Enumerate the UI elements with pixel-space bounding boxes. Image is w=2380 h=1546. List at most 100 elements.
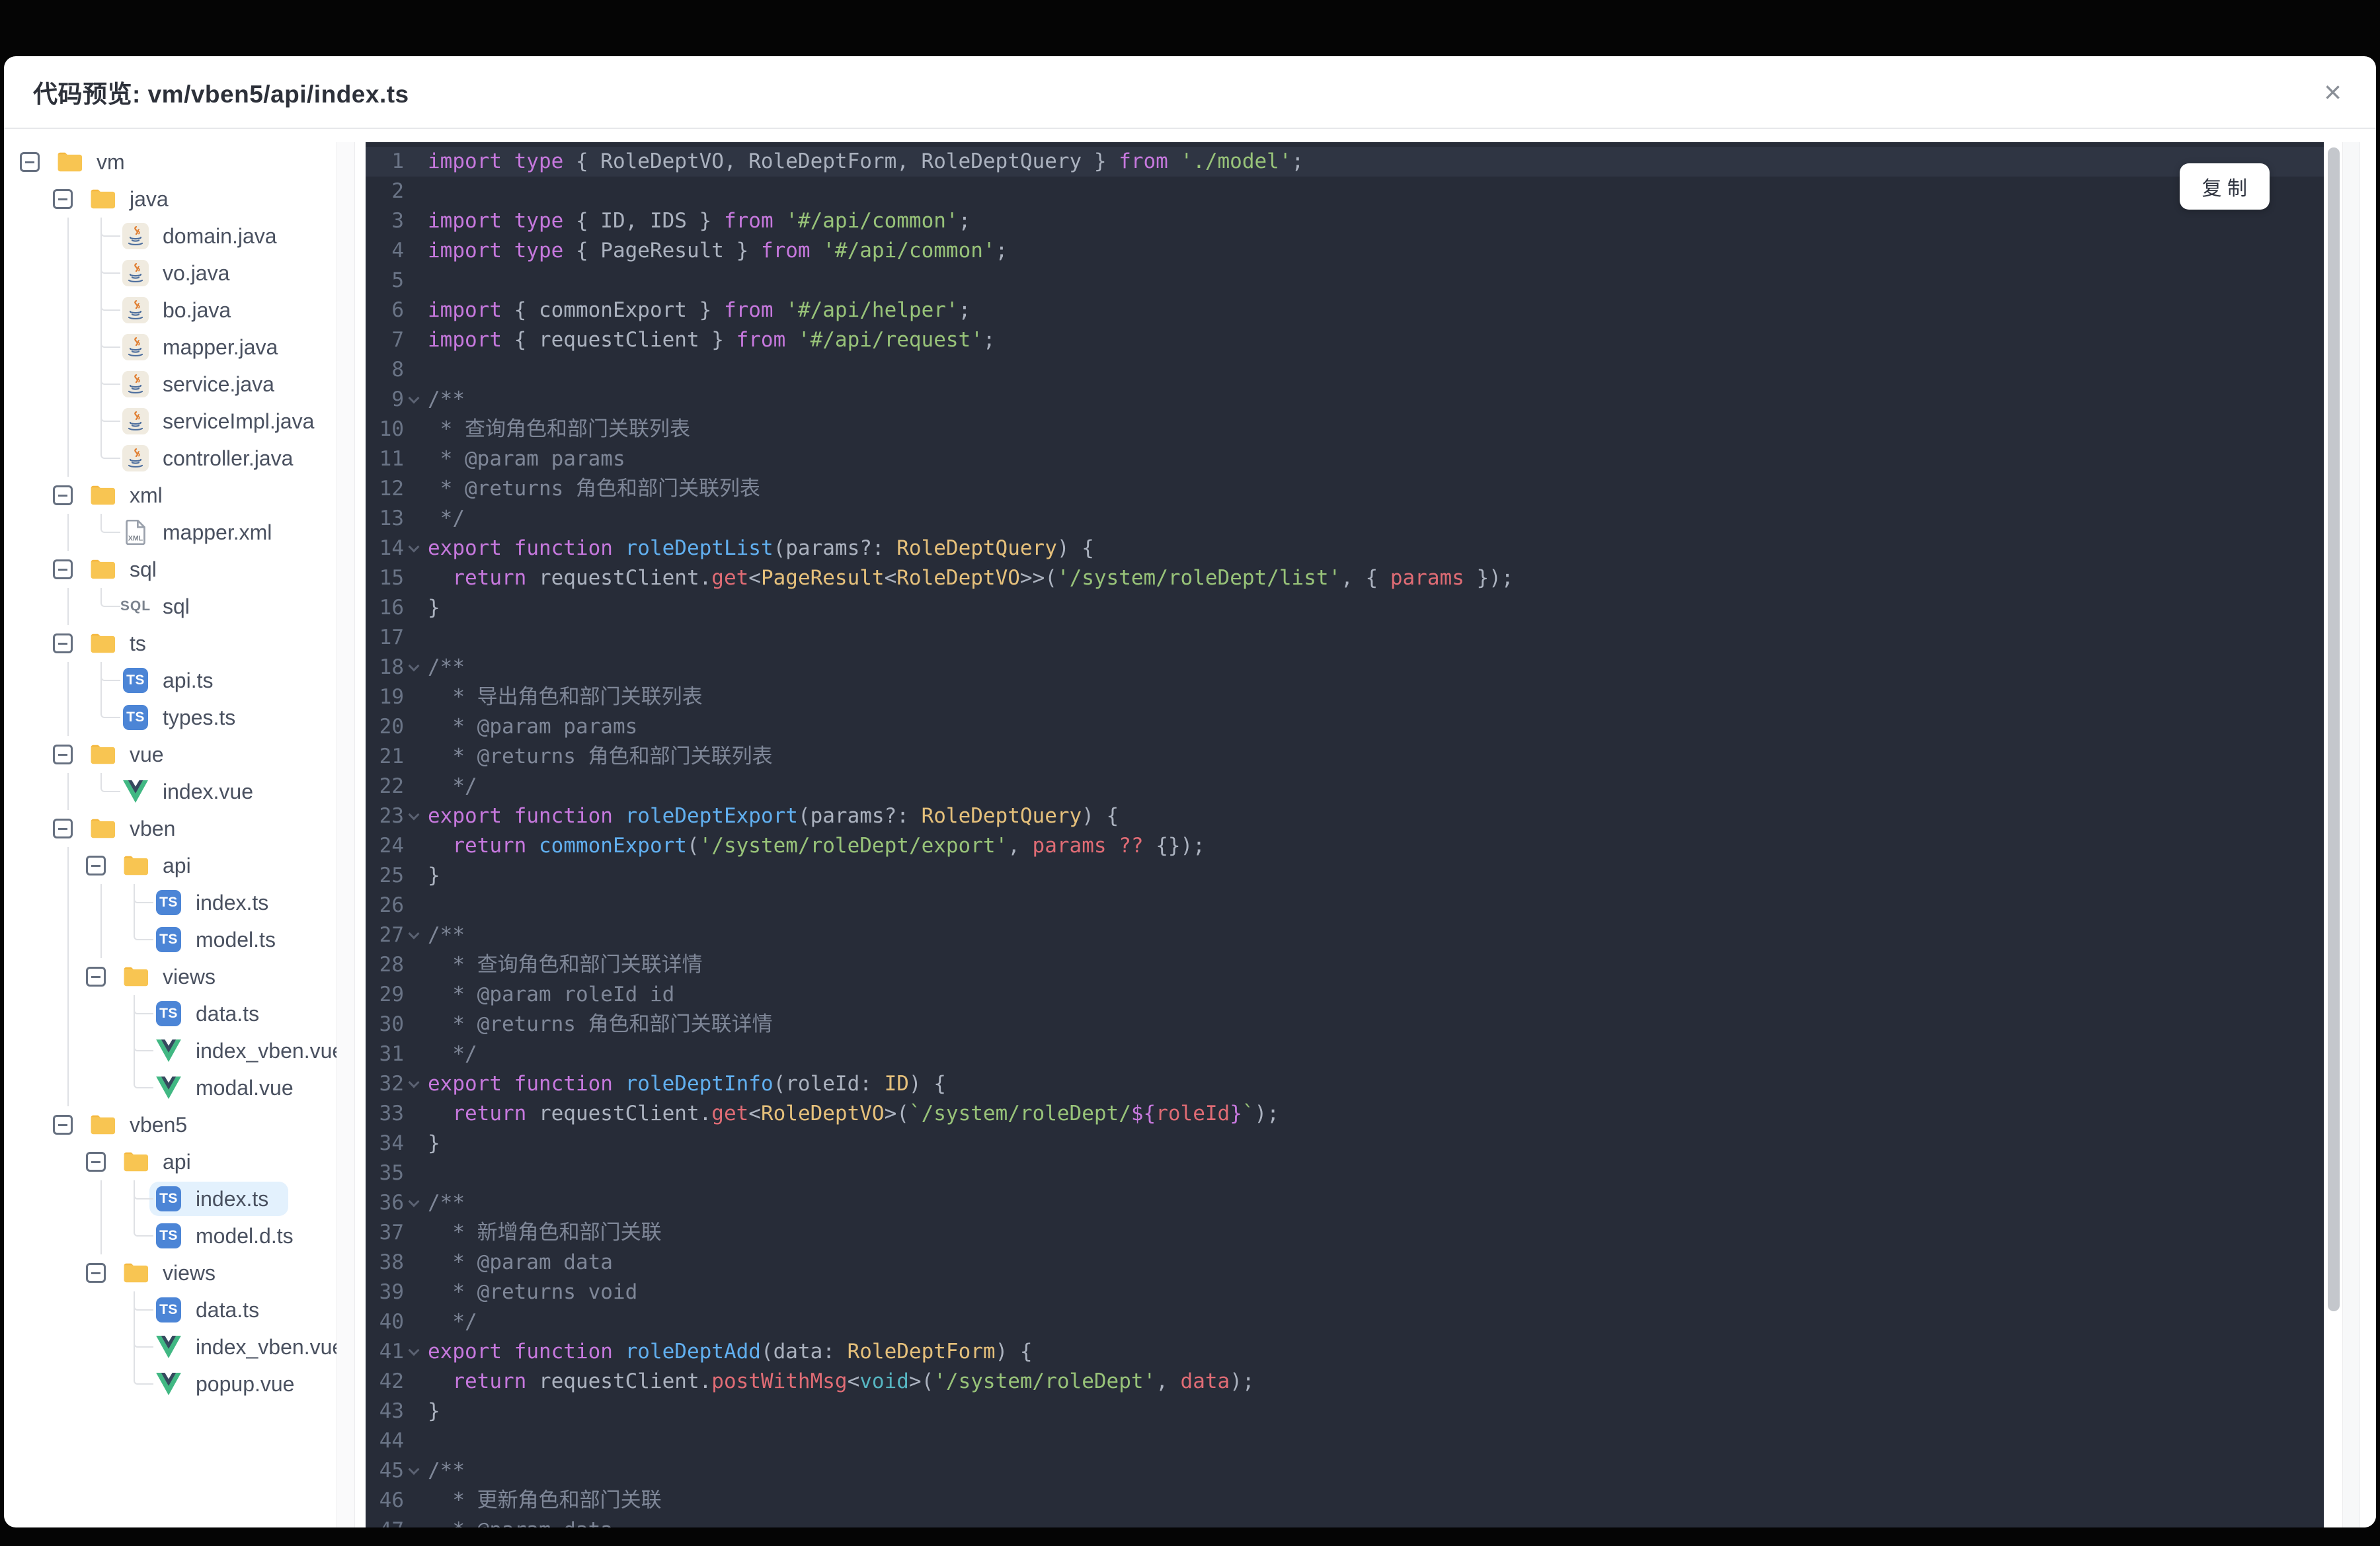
tree-file-domain.java[interactable]: domain.java [4,218,337,255]
tree-file-index.ts[interactable]: TS index.ts [4,884,337,921]
tree-file-service.java[interactable]: service.java [4,366,337,403]
tree-file-sql[interactable]: SQL sql [4,588,337,625]
tree-file-types.ts[interactable]: TS types.ts [4,699,337,736]
tree-item[interactable]: bo.java [116,293,251,327]
collapse-toggle-icon[interactable] [86,856,106,875]
tree-item[interactable]: ts [83,626,166,661]
tree-item[interactable]: domain.java [116,219,297,253]
tree-file-index_vben.vue[interactable]: index_vben.vue [4,1032,337,1069]
collapse-toggle-icon[interactable] [53,485,73,505]
tree-file-model.d.ts[interactable]: TS model.d.ts [4,1217,337,1254]
tree-item[interactable]: vm [50,145,145,179]
collapse-toggle-icon[interactable] [86,967,106,987]
code-line-content: export function roleDeptExport(params?: … [428,804,1119,828]
fold-chevron-icon[interactable] [408,660,420,672]
modal-body: vm java domain.java vo.java bo.java mapper.ja… [4,129,2376,1527]
collapse-toggle-icon[interactable] [53,745,73,764]
collapse-toggle-icon[interactable] [20,152,40,172]
tree-item[interactable]: java [83,182,188,216]
tree-file-index_vben.vue[interactable]: index_vben.vue [4,1328,337,1365]
tree-item[interactable]: service.java [116,367,294,401]
collapse-toggle-icon[interactable] [53,633,73,653]
tree-item[interactable]: vben5 [83,1108,207,1142]
outer-scrollbar-track[interactable] [2342,142,2360,1527]
tree-item[interactable]: controller.java [116,441,313,475]
tree-file-mapper.xml[interactable]: XML mapper.xml [4,514,337,551]
tree-file-controller.java[interactable]: controller.java [4,440,337,477]
tree-folder-vm[interactable]: vm [4,143,337,181]
tree-folder-api[interactable]: api [4,1143,337,1180]
tree-item-label: controller.java [163,446,294,470]
code-scrollbar-thumb[interactable] [2328,147,2340,1311]
tree-item[interactable]: views [116,1256,235,1290]
collapse-toggle-icon[interactable] [53,819,73,838]
tree-item[interactable]: popup.vue [149,1367,314,1401]
tree-connector-elbow [100,366,120,385]
collapse-toggle-icon[interactable] [53,559,73,579]
fold-chevron-icon[interactable] [408,1196,420,1207]
copy-button[interactable]: 复 制 [2179,163,2270,210]
tree-file-model.ts[interactable]: TS model.ts [4,921,337,958]
collapse-toggle-icon[interactable] [86,1263,106,1283]
tree-item[interactable]: TS model.ts [149,922,296,957]
tree-folder-vben[interactable]: vben [4,810,337,847]
fold-chevron-icon[interactable] [408,1463,420,1475]
sidebar-scrollbar-track[interactable] [337,142,355,1527]
tree-folder-api[interactable]: api [4,847,337,884]
tree-folder-views[interactable]: views [4,958,337,995]
tree-file-serviceImpl.java[interactable]: serviceImpl.java [4,403,337,440]
tree-item[interactable]: sql [83,552,177,587]
tree-item[interactable]: modal.vue [149,1071,313,1105]
tree-item[interactable]: index.vue [116,774,273,809]
tree-item[interactable]: xml [83,478,182,512]
tree-item[interactable]: XML mapper.xml [116,515,292,549]
tree-folder-vue[interactable]: vue [4,736,337,773]
tree-item[interactable]: index_vben.vue [149,1034,337,1068]
tree-folder-xml[interactable]: xml [4,477,337,514]
tree-file-index.vue[interactable]: index.vue [4,773,337,810]
fold-chevron-icon[interactable] [408,809,420,821]
fold-chevron-icon[interactable] [408,392,420,404]
tree-folder-vben5[interactable]: vben5 [4,1106,337,1143]
tree-file-api.ts[interactable]: TS api.ts [4,662,337,699]
tree-file-bo.java[interactable]: bo.java [4,292,337,329]
tree-item[interactable]: api [116,848,211,883]
tree-item[interactable]: TS api.ts [116,663,233,698]
collapse-toggle-icon[interactable] [53,189,73,209]
tree-file-vo.java[interactable]: vo.java [4,255,337,292]
collapse-toggle-icon[interactable] [86,1152,106,1172]
collapse-toggle-icon[interactable] [53,1115,73,1135]
fold-chevron-icon[interactable] [408,1344,420,1356]
tree-item[interactable]: mapper.java [116,330,298,364]
tree-connector-elbow [100,514,120,533]
tree-item[interactable]: vben [83,811,195,846]
tree-item[interactable]: TS types.ts [116,700,255,735]
tree-item[interactable]: TS data.ts [149,1293,279,1327]
tree-item-selected[interactable]: TS index.ts [149,1182,289,1216]
tree-folder-java[interactable]: java [4,181,337,218]
tree-file-data.ts[interactable]: TS data.ts [4,995,337,1032]
tree-file-popup.vue[interactable]: popup.vue [4,1365,337,1403]
fold-chevron-icon[interactable] [408,928,420,940]
tree-item[interactable]: TS index.ts [149,885,288,920]
tree-item[interactable]: vue [83,737,184,772]
tree-item[interactable]: SQL sql [116,589,210,624]
tree-item[interactable]: index_vben.vue [149,1330,337,1364]
code-scrollbar[interactable] [2324,142,2342,1527]
tree-item[interactable]: TS data.ts [149,997,279,1031]
close-icon[interactable]: × [2324,77,2342,107]
tree-item[interactable]: TS model.d.ts [149,1219,313,1253]
tree-folder-ts[interactable]: ts [4,625,337,662]
tree-file-mapper.java[interactable]: mapper.java [4,329,337,366]
fold-chevron-icon[interactable] [408,1077,420,1088]
tree-item[interactable]: vo.java [116,256,249,290]
tree-item[interactable]: serviceImpl.java [116,404,334,438]
tree-folder-sql[interactable]: sql [4,551,337,588]
tree-folder-views[interactable]: views [4,1254,337,1291]
tree-file-data.ts[interactable]: TS data.ts [4,1291,337,1328]
fold-chevron-icon[interactable] [408,541,420,553]
tree-file-index.ts[interactable]: TS index.ts [4,1180,337,1217]
tree-item[interactable]: views [116,959,235,994]
tree-file-modal.vue[interactable]: modal.vue [4,1069,337,1106]
tree-item[interactable]: api [116,1145,211,1179]
